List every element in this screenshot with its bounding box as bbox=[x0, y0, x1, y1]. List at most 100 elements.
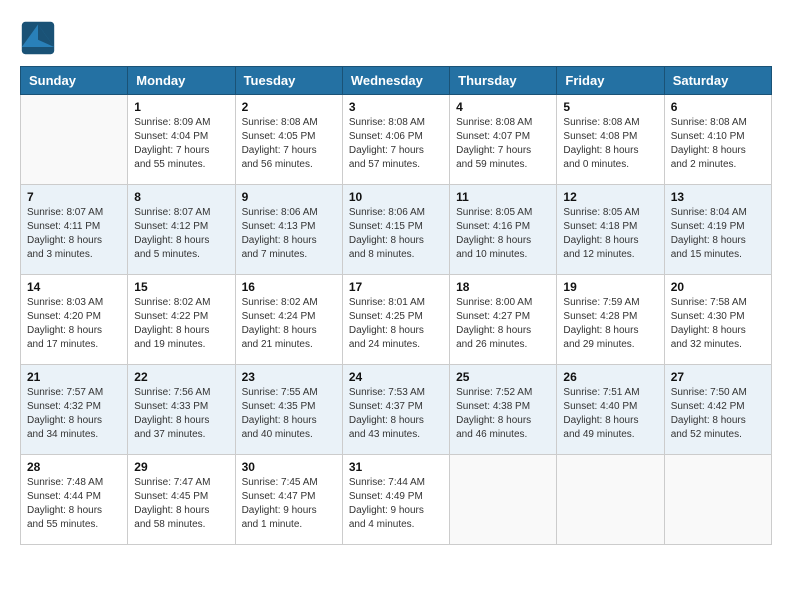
day-cell bbox=[664, 455, 771, 545]
day-detail: Sunrise: 7:57 AM Sunset: 4:32 PM Dayligh… bbox=[27, 386, 121, 442]
day-detail: Sunrise: 8:02 AM Sunset: 4:22 PM Dayligh… bbox=[134, 296, 228, 352]
header-day-monday: Monday bbox=[128, 67, 235, 95]
day-cell: 12Sunrise: 8:05 AM Sunset: 4:18 PM Dayli… bbox=[557, 185, 664, 275]
day-number: 1 bbox=[134, 100, 228, 114]
day-detail: Sunrise: 8:08 AM Sunset: 4:07 PM Dayligh… bbox=[456, 116, 550, 172]
day-cell: 28 Sunrise: 7:48 AM Sunset: 4:44 PM Dayli… bbox=[21, 455, 128, 545]
day-cell: 15 Sunrise: 8:02 AM Sunset: 4:22 PM Dayli… bbox=[128, 275, 235, 365]
header-day-tuesday: Tuesday bbox=[235, 67, 342, 95]
day-number: 28 bbox=[27, 460, 121, 474]
day-cell: 9 Sunrise: 8:06 AM Sunset: 4:13 PM Daylig… bbox=[235, 185, 342, 275]
week-row-3: 14Sunrise: 8:03 AM Sunset: 4:20 PM Dayli… bbox=[21, 275, 772, 365]
day-cell: 14Sunrise: 8:03 AM Sunset: 4:20 PM Dayli… bbox=[21, 275, 128, 365]
day-number: 30 bbox=[242, 460, 336, 474]
header-day-saturday: Saturday bbox=[664, 67, 771, 95]
day-number: 29 bbox=[134, 460, 228, 474]
day-detail: Sunrise: 8:07 AM Sunset: 4:12 PM Dayligh… bbox=[134, 206, 228, 262]
day-detail: Sunrise: 8:06 AM Sunset: 4:13 PM Dayligh… bbox=[242, 206, 336, 262]
day-detail: Sunrise: 7:50 AM Sunset: 4:42 PM Dayligh… bbox=[671, 386, 765, 442]
day-detail: Sunrise: 7:44 AM Sunset: 4:49 PM Dayligh… bbox=[349, 476, 443, 532]
page-header bbox=[20, 20, 772, 56]
day-detail: Sunrise: 7:56 AM Sunset: 4:33 PM Dayligh… bbox=[134, 386, 228, 442]
day-number: 15 bbox=[134, 280, 228, 294]
header-day-friday: Friday bbox=[557, 67, 664, 95]
day-cell: 19Sunrise: 7:59 AM Sunset: 4:28 PM Dayli… bbox=[557, 275, 664, 365]
day-number: 21 bbox=[27, 370, 121, 384]
day-number: 3 bbox=[349, 100, 443, 114]
day-number: 10 bbox=[349, 190, 443, 204]
header-day-thursday: Thursday bbox=[450, 67, 557, 95]
day-cell: 11 Sunrise: 8:05 AM Sunset: 4:16 PM Dayli… bbox=[450, 185, 557, 275]
day-number: 17 bbox=[349, 280, 443, 294]
header-day-wednesday: Wednesday bbox=[342, 67, 449, 95]
day-detail: Sunrise: 7:53 AM Sunset: 4:37 PM Dayligh… bbox=[349, 386, 443, 442]
day-cell: 5 Sunrise: 8:08 AM Sunset: 4:08 PM Daylig… bbox=[557, 95, 664, 185]
day-number: 31 bbox=[349, 460, 443, 474]
day-number: 13 bbox=[671, 190, 765, 204]
day-cell: 22 Sunrise: 7:56 AM Sunset: 4:33 PM Dayli… bbox=[128, 365, 235, 455]
day-cell: 31 Sunrise: 7:44 AM Sunset: 4:49 PM Dayli… bbox=[342, 455, 449, 545]
day-detail: Sunrise: 7:59 AM Sunset: 4:28 PM Dayligh… bbox=[563, 296, 657, 352]
day-detail: Sunrise: 8:08 AM Sunset: 4:05 PM Dayligh… bbox=[242, 116, 336, 172]
day-cell: 2 Sunrise: 8:08 AM Sunset: 4:05 PM Daylig… bbox=[235, 95, 342, 185]
week-row-4: 21 Sunrise: 7:57 AM Sunset: 4:32 PM Dayli… bbox=[21, 365, 772, 455]
header-row: SundayMondayTuesdayWednesdayThursdayFrid… bbox=[21, 67, 772, 95]
day-cell: 26 Sunrise: 7:51 AM Sunset: 4:40 PM Dayli… bbox=[557, 365, 664, 455]
day-detail: Sunrise: 8:08 AM Sunset: 4:10 PM Dayligh… bbox=[671, 116, 765, 172]
day-number: 12 bbox=[563, 190, 657, 204]
week-row-2: 7 Sunrise: 8:07 AM Sunset: 4:11 PM Daylig… bbox=[21, 185, 772, 275]
day-number: 22 bbox=[134, 370, 228, 384]
day-number: 20 bbox=[671, 280, 765, 294]
day-number: 23 bbox=[242, 370, 336, 384]
day-number: 7 bbox=[27, 190, 121, 204]
day-cell bbox=[557, 455, 664, 545]
header-day-sunday: Sunday bbox=[21, 67, 128, 95]
day-cell: 17Sunrise: 8:01 AM Sunset: 4:25 PM Dayli… bbox=[342, 275, 449, 365]
day-detail: Sunrise: 7:48 AM Sunset: 4:44 PM Dayligh… bbox=[27, 476, 121, 532]
day-detail: Sunrise: 7:45 AM Sunset: 4:47 PM Dayligh… bbox=[242, 476, 336, 532]
day-detail: Sunrise: 8:02 AM Sunset: 4:24 PM Dayligh… bbox=[242, 296, 336, 352]
day-number: 26 bbox=[563, 370, 657, 384]
day-number: 6 bbox=[671, 100, 765, 114]
day-cell: 20 Sunrise: 7:58 AM Sunset: 4:30 PM Dayli… bbox=[664, 275, 771, 365]
day-cell: 13Sunrise: 8:04 AM Sunset: 4:19 PM Dayli… bbox=[664, 185, 771, 275]
day-cell bbox=[21, 95, 128, 185]
day-detail: Sunrise: 8:06 AM Sunset: 4:15 PM Dayligh… bbox=[349, 206, 443, 262]
day-detail: Sunrise: 8:09 AM Sunset: 4:04 PM Dayligh… bbox=[134, 116, 228, 172]
day-cell: 10 Sunrise: 8:06 AM Sunset: 4:15 PM Dayli… bbox=[342, 185, 449, 275]
day-number: 11 bbox=[456, 190, 550, 204]
day-detail: Sunrise: 8:05 AM Sunset: 4:16 PM Dayligh… bbox=[456, 206, 550, 262]
logo bbox=[20, 20, 60, 56]
day-number: 5 bbox=[563, 100, 657, 114]
day-detail: Sunrise: 7:58 AM Sunset: 4:30 PM Dayligh… bbox=[671, 296, 765, 352]
day-number: 9 bbox=[242, 190, 336, 204]
day-number: 8 bbox=[134, 190, 228, 204]
day-detail: Sunrise: 8:00 AM Sunset: 4:27 PM Dayligh… bbox=[456, 296, 550, 352]
day-cell: 23 Sunrise: 7:55 AM Sunset: 4:35 PM Dayli… bbox=[235, 365, 342, 455]
day-number: 14 bbox=[27, 280, 121, 294]
day-cell: 24 Sunrise: 7:53 AM Sunset: 4:37 PM Dayli… bbox=[342, 365, 449, 455]
day-cell: 6 Sunrise: 8:08 AM Sunset: 4:10 PM Daylig… bbox=[664, 95, 771, 185]
day-detail: Sunrise: 7:47 AM Sunset: 4:45 PM Dayligh… bbox=[134, 476, 228, 532]
day-cell: 1 Sunrise: 8:09 AM Sunset: 4:04 PM Daylig… bbox=[128, 95, 235, 185]
day-number: 27 bbox=[671, 370, 765, 384]
day-cell: 29 Sunrise: 7:47 AM Sunset: 4:45 PM Dayli… bbox=[128, 455, 235, 545]
calendar-table: SundayMondayTuesdayWednesdayThursdayFrid… bbox=[20, 66, 772, 545]
day-detail: Sunrise: 8:07 AM Sunset: 4:11 PM Dayligh… bbox=[27, 206, 121, 262]
day-number: 16 bbox=[242, 280, 336, 294]
day-number: 2 bbox=[242, 100, 336, 114]
logo-icon bbox=[20, 20, 56, 56]
day-number: 18 bbox=[456, 280, 550, 294]
day-detail: Sunrise: 7:55 AM Sunset: 4:35 PM Dayligh… bbox=[242, 386, 336, 442]
day-detail: Sunrise: 7:51 AM Sunset: 4:40 PM Dayligh… bbox=[563, 386, 657, 442]
day-number: 24 bbox=[349, 370, 443, 384]
week-row-5: 28 Sunrise: 7:48 AM Sunset: 4:44 PM Dayli… bbox=[21, 455, 772, 545]
day-cell: 30 Sunrise: 7:45 AM Sunset: 4:47 PM Dayli… bbox=[235, 455, 342, 545]
day-cell: 16 Sunrise: 8:02 AM Sunset: 4:24 PM Dayli… bbox=[235, 275, 342, 365]
day-number: 25 bbox=[456, 370, 550, 384]
day-cell: 7 Sunrise: 8:07 AM Sunset: 4:11 PM Daylig… bbox=[21, 185, 128, 275]
day-detail: Sunrise: 7:52 AM Sunset: 4:38 PM Dayligh… bbox=[456, 386, 550, 442]
day-cell: 27 Sunrise: 7:50 AM Sunset: 4:42 PM Dayli… bbox=[664, 365, 771, 455]
day-detail: Sunrise: 8:08 AM Sunset: 4:08 PM Dayligh… bbox=[563, 116, 657, 172]
day-cell: 18 Sunrise: 8:00 AM Sunset: 4:27 PM Dayli… bbox=[450, 275, 557, 365]
